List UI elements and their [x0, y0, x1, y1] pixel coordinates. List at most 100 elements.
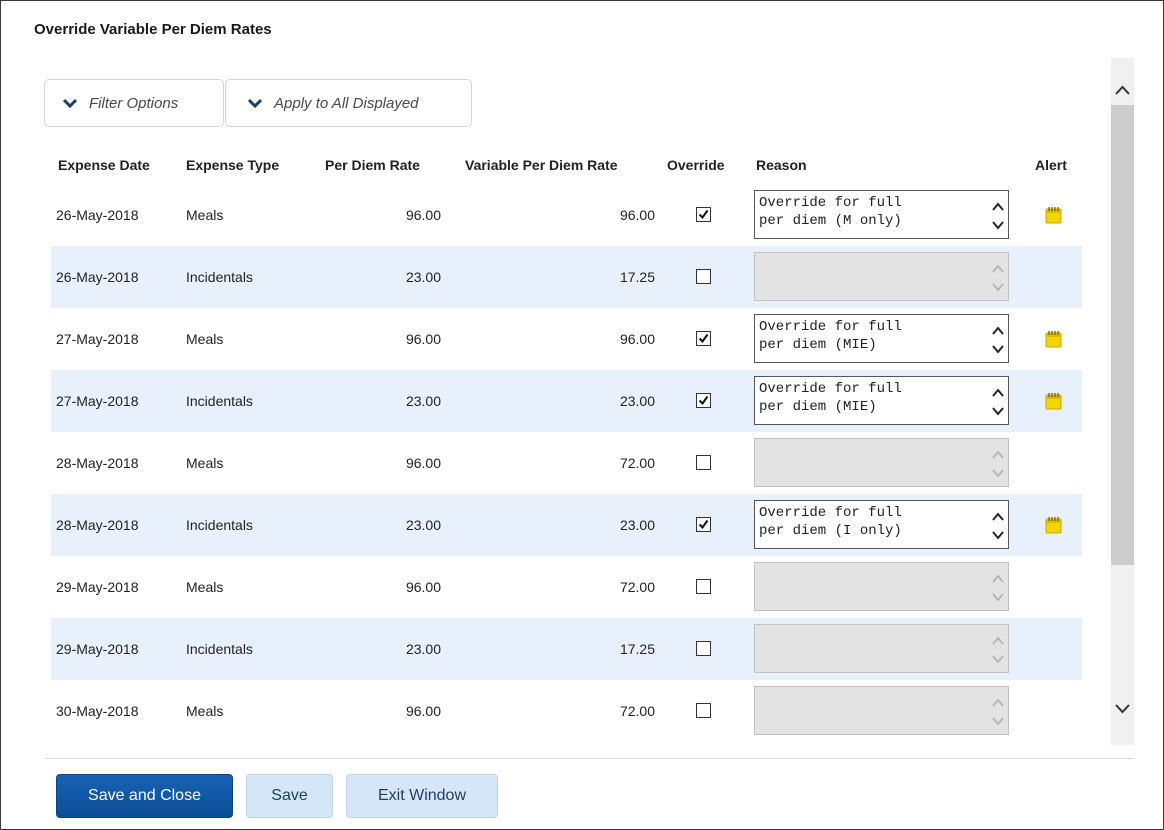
reason-textarea[interactable]: Override for full per diem (I only): [754, 500, 1009, 549]
reason-textarea: [754, 252, 1009, 301]
header-override: Override: [667, 157, 725, 173]
variable-rate-cell: 72.00: [619, 579, 655, 595]
textarea-spinner-icon: [992, 698, 1004, 726]
reason-textarea[interactable]: Override for full per diem (MIE): [754, 314, 1009, 363]
header-expense-type: Expense Type: [186, 157, 280, 173]
sticky-note-icon[interactable]: [1045, 206, 1062, 224]
per-diem-rate-cell: 23.00: [405, 269, 441, 285]
variable-rate-cell: 17.25: [619, 641, 655, 657]
expense-type-cell: Incidentals: [186, 517, 253, 533]
check-icon: [698, 209, 709, 220]
per-diem-rate-cell: 96.00: [405, 703, 441, 719]
per-diem-rate-cell: 96.00: [405, 579, 441, 595]
expense-type-cell: Meals: [186, 455, 224, 471]
override-checkbox[interactable]: [696, 331, 711, 346]
chevron-down-icon: [63, 98, 77, 108]
table-row: 27-May-2018 Meals 96.00 96.00 Override for f…: [51, 308, 1082, 370]
sticky-note-icon[interactable]: [1045, 516, 1062, 534]
chevron-down-icon: [248, 98, 262, 108]
textarea-spinner-icon[interactable]: [991, 380, 1005, 422]
header-variable-rate: Variable Per Diem Rate: [465, 157, 618, 173]
per-diem-rate-cell: 23.00: [405, 393, 441, 409]
reason-textarea: [754, 624, 1009, 673]
override-checkbox[interactable]: [696, 703, 711, 718]
check-icon: [698, 395, 709, 406]
expense-date-cell: 30-May-2018: [56, 703, 139, 719]
expense-table: 26-May-2018 Meals 96.00 96.00 Override for f…: [51, 184, 1082, 744]
apply-all-toggle[interactable]: Apply to All Displayed: [225, 79, 472, 127]
check-icon: [698, 333, 709, 344]
dialog: Override Variable Per Diem Rates Filter …: [0, 0, 1164, 830]
header-alert: Alert: [1035, 157, 1067, 173]
expense-date-cell: 26-May-2018: [56, 207, 139, 223]
expense-date-cell: 27-May-2018: [56, 331, 139, 347]
expense-type-cell: Meals: [186, 703, 224, 719]
per-diem-rate-cell: 23.00: [405, 641, 441, 657]
scrollbar-thumb[interactable]: [1111, 105, 1134, 565]
override-checkbox[interactable]: [696, 579, 711, 594]
table-row: 29-May-2018 Incidentals 23.00 17.25: [51, 618, 1082, 680]
reason-text: Override for full per diem (I only): [759, 505, 902, 539]
expense-type-cell: Meals: [186, 331, 224, 347]
variable-rate-cell: 17.25: [619, 269, 655, 285]
override-checkbox[interactable]: [696, 517, 711, 532]
variable-rate-cell: 23.00: [619, 517, 655, 533]
sticky-note-icon[interactable]: [1045, 392, 1062, 410]
textarea-spinner-icon: [992, 264, 1004, 292]
reason-textarea: [754, 438, 1009, 487]
reason-text: Override for full per diem (MIE): [759, 381, 902, 415]
header-per-diem-rate: Per Diem Rate: [325, 157, 420, 173]
expense-type-cell: Incidentals: [186, 393, 253, 409]
table-row: 27-May-2018 Incidentals 23.00 23.00 Override…: [51, 370, 1082, 432]
override-checkbox[interactable]: [696, 455, 711, 470]
expense-date-cell: 28-May-2018: [56, 517, 139, 533]
table-row: 26-May-2018 Meals 96.00 96.00 Override for f…: [51, 184, 1082, 246]
header-expense-date: Expense Date: [58, 157, 150, 173]
variable-rate-cell: 72.00: [619, 703, 655, 719]
table-row: 30-May-2018 Meals 96.00 72.00: [51, 680, 1082, 742]
variable-rate-cell: 96.00: [619, 207, 655, 223]
table-row: 26-May-2018 Incidentals 23.00 17.25: [51, 246, 1082, 308]
reason-text: Override for full per diem (MIE): [759, 319, 902, 353]
check-icon: [698, 519, 709, 530]
filter-options-toggle[interactable]: Filter Options: [44, 79, 224, 127]
scroll-down-icon[interactable]: [1115, 704, 1130, 714]
textarea-spinner-icon[interactable]: [991, 318, 1005, 360]
per-diem-rate-cell: 96.00: [405, 331, 441, 347]
dialog-title: Override Variable Per Diem Rates: [34, 21, 272, 38]
textarea-spinner-icon: [992, 636, 1004, 664]
reason-textarea: [754, 686, 1009, 735]
override-checkbox[interactable]: [696, 393, 711, 408]
override-checkbox[interactable]: [696, 641, 711, 656]
expense-type-cell: Incidentals: [186, 641, 253, 657]
textarea-spinner-icon[interactable]: [991, 504, 1005, 546]
expense-date-cell: 29-May-2018: [56, 641, 139, 657]
expense-type-cell: Meals: [186, 207, 224, 223]
override-checkbox[interactable]: [696, 269, 711, 284]
table-row: 29-May-2018 Meals 96.00 72.00: [51, 556, 1082, 618]
sticky-note-icon[interactable]: [1045, 330, 1062, 348]
expense-date-cell: 26-May-2018: [56, 269, 139, 285]
textarea-spinner-icon: [992, 450, 1004, 478]
table-row: 28-May-2018 Incidentals 23.00 23.00 Override…: [51, 494, 1082, 556]
save-button[interactable]: Save: [246, 774, 333, 818]
save-and-close-button[interactable]: Save and Close: [56, 774, 233, 818]
expense-type-cell: Incidentals: [186, 269, 253, 285]
expense-date-cell: 29-May-2018: [56, 579, 139, 595]
scroll-up-icon[interactable]: [1115, 85, 1130, 95]
textarea-spinner-icon: [992, 574, 1004, 602]
expense-type-cell: Meals: [186, 579, 224, 595]
header-reason: Reason: [756, 157, 807, 173]
footer-divider: [44, 758, 1134, 759]
variable-rate-cell: 23.00: [619, 393, 655, 409]
variable-rate-cell: 72.00: [619, 455, 655, 471]
override-checkbox[interactable]: [696, 207, 711, 222]
apply-all-label: Apply to All Displayed: [274, 94, 419, 112]
exit-window-button[interactable]: Exit Window: [346, 774, 498, 818]
per-diem-rate-cell: 23.00: [405, 517, 441, 533]
expense-date-cell: 27-May-2018: [56, 393, 139, 409]
reason-textarea[interactable]: Override for full per diem (M only): [754, 190, 1009, 239]
reason-textarea[interactable]: Override for full per diem (MIE): [754, 376, 1009, 425]
textarea-spinner-icon[interactable]: [991, 194, 1005, 236]
reason-textarea: [754, 562, 1009, 611]
